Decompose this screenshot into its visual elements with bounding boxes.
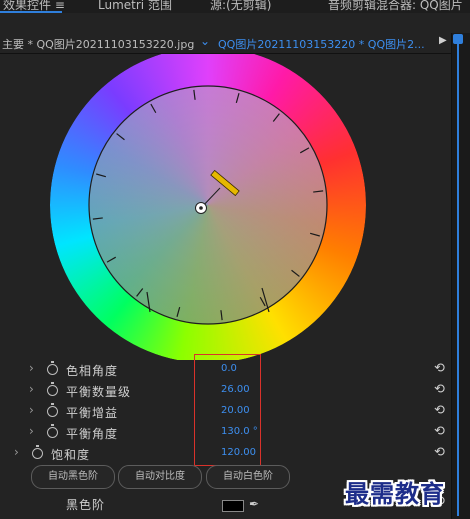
chevron-right-icon[interactable]: ›	[29, 382, 34, 396]
color-wheel[interactable]	[0, 0, 451, 360]
stopwatch-icon[interactable]	[47, 403, 58, 417]
wheel-inner-disc	[88, 85, 328, 325]
watermark: 最需教育	[345, 479, 445, 508]
auto-white-level-button[interactable]: 自动白色阶	[206, 465, 290, 489]
chevron-right-icon[interactable]: ›	[14, 445, 19, 459]
chevron-right-icon[interactable]: ›	[29, 361, 34, 375]
master-clip-label[interactable]: 主要 * QQ图片20211103153220.jpg	[2, 36, 194, 52]
reset-icon[interactable]: ⟲	[434, 403, 445, 418]
reset-icon[interactable]: ⟲	[434, 361, 445, 376]
play-triangle-icon[interactable]: ▶	[439, 35, 447, 46]
chevron-down-icon[interactable]: ⌄	[200, 34, 210, 48]
stopwatch-icon[interactable]	[47, 424, 58, 438]
balance-magnitude-label: 平衡数量级	[66, 385, 132, 399]
mini-timeline[interactable]	[451, 33, 470, 519]
auto-black-level-button[interactable]: 自动黑色阶	[31, 465, 115, 489]
chevron-right-icon[interactable]: ›	[29, 403, 34, 417]
sequence-clip-label[interactable]: QQ图片20211103153220 * QQ图片2...	[218, 36, 425, 52]
black-level-label: 黑色阶	[66, 498, 106, 512]
reset-icon[interactable]: ⟲	[434, 445, 445, 460]
saturation-label: 饱和度	[51, 448, 91, 462]
wheel-center-point[interactable]	[195, 202, 207, 214]
balance-angle-label: 平衡角度	[66, 427, 119, 441]
black-level-color-swatch[interactable]	[222, 500, 244, 512]
playhead-line[interactable]	[457, 36, 459, 516]
reset-icon[interactable]: ⟲	[434, 382, 445, 397]
eyedropper-icon[interactable]: ✒	[249, 497, 259, 511]
value-highlight-box	[194, 354, 261, 466]
hue-angle-label: 色相角度	[66, 364, 119, 378]
stopwatch-icon[interactable]	[47, 361, 58, 375]
chevron-right-icon[interactable]: ›	[29, 424, 34, 438]
stopwatch-icon[interactable]	[32, 445, 43, 459]
auto-contrast-button[interactable]: 自动对比度	[118, 465, 202, 489]
clip-header: 主要 * QQ图片20211103153220.jpg ⌄ QQ图片202111…	[0, 33, 470, 54]
reset-icon[interactable]: ⟲	[434, 424, 445, 439]
stopwatch-icon[interactable]	[47, 382, 58, 396]
balance-gain-label: 平衡增益	[66, 406, 119, 420]
